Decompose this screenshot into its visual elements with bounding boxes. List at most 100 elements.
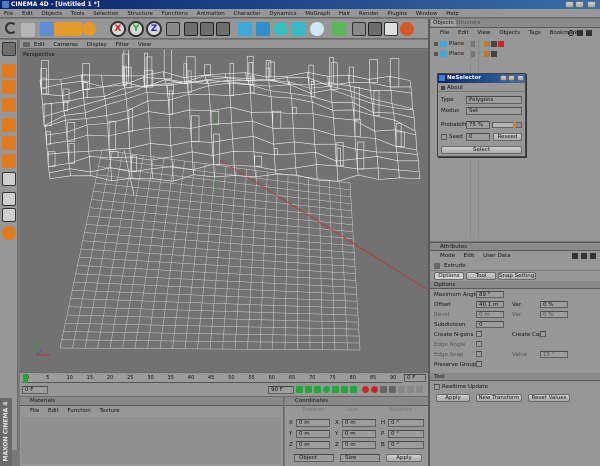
- autokey-icon[interactable]: [371, 386, 378, 393]
- menu-objects[interactable]: Objects: [41, 11, 62, 17]
- viewport-menu-cameras[interactable]: Cameras: [53, 42, 77, 48]
- size-y-field[interactable]: 0 m: [342, 430, 376, 438]
- key-rot-icon[interactable]: [407, 386, 414, 393]
- live-select-icon[interactable]: [40, 22, 54, 36]
- expand-icon[interactable]: [434, 42, 438, 46]
- rotation-p-field[interactable]: 0 °: [388, 430, 424, 438]
- create-ngons-checkbox[interactable]: [476, 331, 482, 337]
- modus-select[interactable]: Set: [466, 107, 522, 115]
- dialog-about[interactable]: About: [447, 85, 463, 91]
- menu-file[interactable]: File: [4, 11, 13, 17]
- attr-menu-user-data[interactable]: User Data: [483, 253, 510, 259]
- render-settings-icon[interactable]: [216, 22, 230, 36]
- close-button[interactable]: [587, 1, 596, 8]
- coord-apply-button[interactable]: Apply: [386, 454, 422, 462]
- menu-hair[interactable]: Hair: [339, 11, 350, 17]
- new-transform-button[interactable]: New Transform: [476, 394, 522, 402]
- key-param-icon[interactable]: [416, 386, 423, 393]
- apply-button[interactable]: Apply: [436, 394, 470, 402]
- home-icon[interactable]: [577, 30, 583, 36]
- dialog-expand-icon[interactable]: [441, 86, 445, 90]
- timeline-start-field[interactable]: 0 F: [22, 386, 48, 394]
- dialog-minimize-button[interactable]: [500, 75, 507, 81]
- tab-snap-settings[interactable]: Snap Settings: [498, 272, 536, 280]
- size-z-field[interactable]: 0 m: [342, 441, 376, 449]
- om-menu-objects[interactable]: Objects: [499, 30, 520, 36]
- goto-end-icon[interactable]: [350, 386, 357, 393]
- subdivision-icon[interactable]: [274, 22, 288, 36]
- bevel-var-field[interactable]: 0 %: [540, 311, 568, 318]
- menu-functions[interactable]: Functions: [162, 11, 188, 17]
- viewport-icons[interactable]: [23, 42, 30, 47]
- record-icon[interactable]: [362, 386, 369, 393]
- bevel-field[interactable]: 0 m: [476, 311, 504, 318]
- visibility-dots-icon[interactable]: [471, 51, 475, 57]
- minimize-button[interactable]: [565, 1, 574, 8]
- prev-frame-icon[interactable]: [314, 386, 321, 393]
- cube-icon[interactable]: [238, 22, 252, 36]
- probability-field[interactable]: 75 %: [466, 121, 490, 129]
- reset-values-button[interactable]: Reset Values: [528, 394, 570, 402]
- menu-render[interactable]: Render: [359, 11, 379, 17]
- scale-icon[interactable]: [68, 22, 82, 36]
- menu-selection[interactable]: Selection: [93, 11, 118, 17]
- texture-tool-icon[interactable]: [2, 98, 16, 112]
- viewport-menu-view[interactable]: View: [138, 42, 151, 48]
- list-item[interactable]: Plane ✓: [434, 40, 594, 48]
- keyframe-icon[interactable]: [380, 386, 387, 393]
- keyframe-sel-icon[interactable]: [389, 386, 396, 393]
- materials-menu-edit[interactable]: Edit: [48, 408, 59, 414]
- camera-icon[interactable]: [368, 22, 382, 36]
- coord-size-mode-select[interactable]: Size: [340, 454, 380, 462]
- workplane-icon[interactable]: [2, 226, 16, 240]
- list-item[interactable]: Plane ✓: [434, 50, 594, 58]
- timeline-frame-field[interactable]: 0 F: [404, 374, 426, 382]
- viewport-canvas[interactable]: Perspective: [20, 50, 428, 372]
- edges-mode-icon[interactable]: [2, 136, 16, 150]
- forward-arrow-icon[interactable]: [581, 253, 587, 259]
- dialog-close-button[interactable]: [517, 75, 524, 81]
- undo-icon[interactable]: [5, 22, 17, 34]
- subdivision-field[interactable]: 0: [476, 321, 504, 328]
- spline-pen-icon[interactable]: [256, 22, 270, 36]
- menu-animation[interactable]: Animation: [197, 11, 225, 17]
- rotate-icon[interactable]: [82, 22, 96, 36]
- polygons-mode-icon[interactable]: [2, 154, 16, 168]
- probability-slider-knob[interactable]: [513, 122, 516, 128]
- rotation-b-field[interactable]: 0 °: [388, 441, 424, 449]
- model-tool-icon[interactable]: [2, 64, 16, 78]
- search-icon[interactable]: [568, 30, 574, 36]
- z-axis-icon[interactable]: Z: [146, 21, 162, 37]
- expand-icon[interactable]: [434, 52, 438, 56]
- back-arrow-icon[interactable]: [572, 253, 578, 259]
- play-icon[interactable]: [323, 386, 330, 393]
- array-icon[interactable]: [292, 22, 306, 36]
- coord-mode-select[interactable]: Object: [294, 454, 334, 462]
- rotation-h-field[interactable]: 0 °: [388, 419, 424, 427]
- object-name[interactable]: Plane: [449, 51, 464, 57]
- position-x-field[interactable]: 0 m: [296, 419, 330, 427]
- points-mode-icon[interactable]: [2, 118, 16, 132]
- attr-menu-edit[interactable]: Edit: [464, 253, 475, 259]
- object-name[interactable]: Plane: [449, 41, 464, 47]
- realtime-update-checkbox[interactable]: [434, 384, 440, 390]
- menu-window[interactable]: Window: [416, 11, 438, 17]
- tab-structure[interactable]: Structure: [453, 20, 483, 26]
- seed-checkbox[interactable]: [441, 134, 447, 140]
- goto-start-icon[interactable]: [296, 386, 303, 393]
- lock-icon[interactable]: [590, 253, 596, 259]
- dialog-maximize-button[interactable]: [508, 75, 515, 81]
- edge-angle-checkbox[interactable]: [476, 341, 482, 347]
- prev-key-icon[interactable]: [305, 386, 312, 393]
- om-menu-file[interactable]: File: [440, 30, 449, 36]
- world-coordinates-icon[interactable]: [166, 22, 180, 36]
- menu-structure[interactable]: Structure: [127, 11, 153, 17]
- y-axis-icon[interactable]: Y: [128, 21, 144, 37]
- max-angle-field[interactable]: 89 °: [476, 291, 504, 298]
- menu-plugins[interactable]: Plugins: [387, 11, 407, 17]
- type-select[interactable]: Polygons: [466, 96, 522, 104]
- menu-dynamics[interactable]: Dynamics: [269, 11, 296, 17]
- om-menu-view[interactable]: View: [477, 30, 490, 36]
- reseed-button[interactable]: Reseed: [493, 133, 522, 141]
- viewport-menu-display[interactable]: Display: [87, 42, 107, 48]
